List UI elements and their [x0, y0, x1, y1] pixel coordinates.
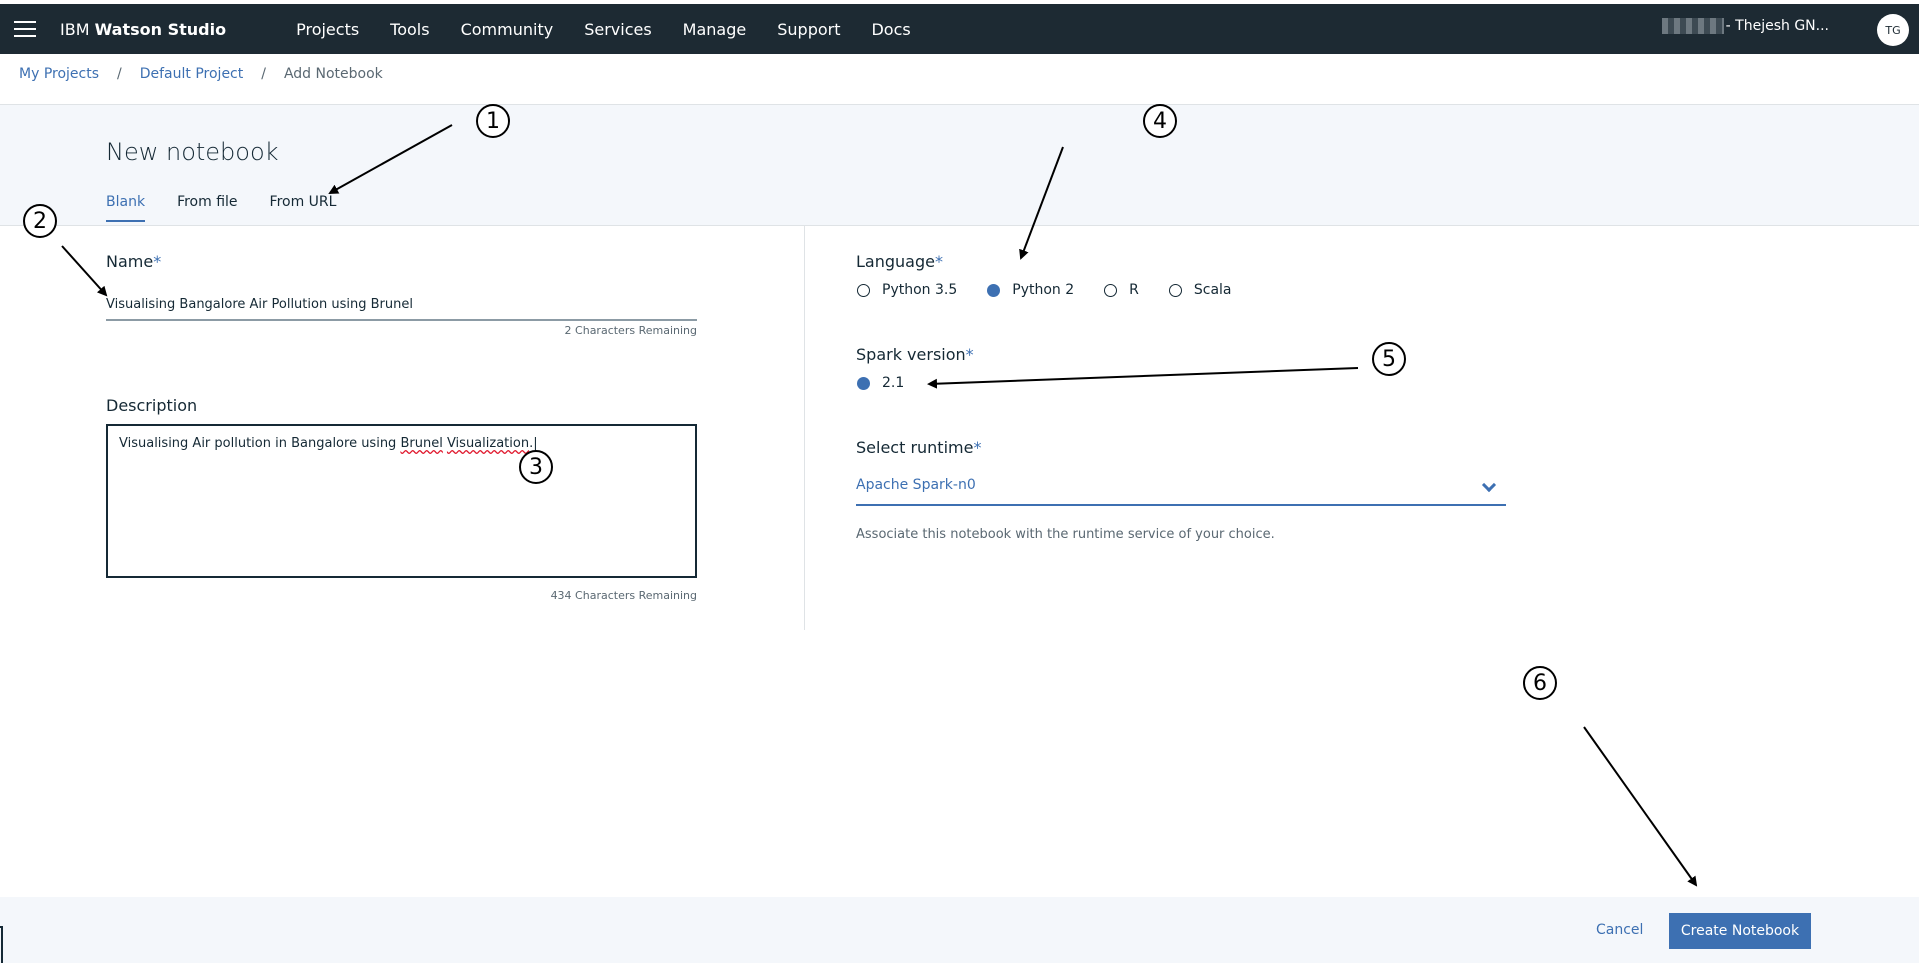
- top-nav-bar: IBM Watson Studio Projects Tools Communi…: [0, 0, 1919, 54]
- required-mark: *: [934, 252, 943, 271]
- nav-support[interactable]: Support: [777, 20, 840, 39]
- spark-version-label: Spark version*: [856, 345, 974, 364]
- nav-manage[interactable]: Manage: [683, 20, 747, 39]
- page-title: New notebook: [106, 138, 279, 166]
- hamburger-menu-icon[interactable]: [14, 21, 36, 37]
- tab-from-file[interactable]: From file: [177, 194, 237, 222]
- brand-logo[interactable]: IBM Watson Studio: [60, 20, 226, 39]
- brand-prefix: IBM: [60, 19, 90, 39]
- user-menu[interactable]: - Thejesh GN...: [1661, 18, 1829, 34]
- description-text: Visualising Air pollution in Bangalore u…: [119, 436, 401, 451]
- annotation-marker-3: 3: [519, 450, 553, 484]
- spellcheck-word: Visualization: [446, 436, 530, 451]
- radio-button-icon[interactable]: [1168, 283, 1182, 297]
- page: IBM Watson Studio Projects Tools Communi…: [0, 0, 1919, 963]
- nav-tools[interactable]: Tools: [390, 20, 429, 39]
- radio-spark-21[interactable]: 2.1: [857, 375, 904, 391]
- radio-button-icon[interactable]: [1104, 283, 1118, 297]
- annotation-arrow-5: [927, 367, 1359, 389]
- nav-services[interactable]: Services: [584, 20, 651, 39]
- name-field[interactable]: [106, 286, 697, 321]
- required-mark: *: [965, 345, 974, 364]
- name-label: Name*: [106, 252, 161, 271]
- radio-python-35[interactable]: Python 3.5: [857, 282, 957, 298]
- required-mark: *: [153, 252, 162, 271]
- breadcrumb-my-projects[interactable]: My Projects: [19, 66, 99, 82]
- language-label-text: Language: [856, 252, 935, 271]
- description-char-counter: 434 Characters Remaining: [550, 589, 697, 602]
- runtime-select[interactable]: Apache Spark-n0: [856, 470, 1506, 506]
- breadcrumb: My Projects / Default Project / Add Note…: [19, 66, 383, 82]
- brand-name: Watson Studio: [94, 19, 227, 39]
- radio-python-2[interactable]: Python 2: [987, 282, 1074, 298]
- tab-blank[interactable]: Blank: [106, 194, 146, 222]
- annotation-marker-6: 6: [1523, 666, 1557, 700]
- avatar[interactable]: TG: [1877, 14, 1909, 46]
- radio-scala[interactable]: Scala: [1168, 282, 1232, 298]
- nav-community[interactable]: Community: [461, 20, 554, 39]
- spark-version-radio-group: 2.1: [857, 375, 934, 391]
- spark-version-label-text: Spark version: [856, 345, 966, 364]
- runtime-label-text: Select runtime: [856, 438, 974, 457]
- radio-r[interactable]: R: [1104, 282, 1139, 298]
- nav-projects[interactable]: Projects: [296, 20, 359, 39]
- page-edge-mark: [0, 926, 3, 963]
- chevron-down-icon[interactable]: [1481, 477, 1497, 493]
- annotation-arrow-2: [61, 245, 108, 297]
- description-label: Description: [106, 396, 198, 415]
- runtime-label: Select runtime*: [856, 438, 981, 457]
- radio-button-selected-icon[interactable]: [987, 283, 1001, 297]
- spellcheck-word: Brunel: [400, 436, 443, 451]
- breadcrumb-default-project[interactable]: Default Project: [140, 66, 244, 82]
- create-notebook-button[interactable]: Create Notebook: [1669, 913, 1811, 949]
- breadcrumb-current: Add Notebook: [283, 66, 383, 82]
- column-divider: [804, 226, 805, 630]
- text-cursor: .|: [529, 436, 538, 451]
- radio-label: Scala: [1193, 282, 1232, 298]
- name-char-counter: 2 Characters Remaining: [564, 324, 697, 337]
- radio-button-selected-icon[interactable]: [857, 376, 870, 390]
- breadcrumb-separator: /: [117, 66, 122, 82]
- language-radio-group: Python 3.5 Python 2 R Scala: [857, 282, 1262, 298]
- breadcrumb-separator: /: [261, 66, 266, 82]
- nav-docs[interactable]: Docs: [871, 20, 910, 39]
- runtime-helper-text: Associate this notebook with the runtime…: [856, 527, 1275, 542]
- tab-from-url[interactable]: From URL: [270, 194, 337, 222]
- redacted-account-name: [1661, 18, 1724, 34]
- radio-label: R: [1129, 282, 1139, 298]
- annotation-marker-2: 2: [23, 204, 57, 238]
- runtime-selected-value: Apache Spark-n0: [856, 477, 976, 493]
- main-nav: Projects Tools Community Services Manage…: [296, 20, 942, 39]
- cancel-button[interactable]: Cancel: [1596, 922, 1643, 938]
- radio-label: Python 3.5: [882, 282, 958, 298]
- user-name: - Thejesh GN...: [1725, 18, 1829, 34]
- required-mark: *: [973, 438, 982, 457]
- annotation-marker-5: 5: [1372, 342, 1406, 376]
- language-label: Language*: [856, 252, 943, 271]
- annotation-marker-4: 4: [1143, 104, 1177, 138]
- description-textarea[interactable]: Visualising Air pollution in Bangalore u…: [106, 424, 697, 578]
- name-label-text: Name: [106, 252, 154, 271]
- annotation-marker-1: 1: [476, 104, 510, 138]
- radio-label: 2.1: [882, 375, 905, 391]
- annotation-arrow-6: [1583, 726, 1698, 887]
- radio-button-icon[interactable]: [857, 283, 870, 297]
- notebook-source-tabs: Blank From file From URL: [106, 194, 368, 222]
- radio-label: Python 2: [1012, 282, 1075, 298]
